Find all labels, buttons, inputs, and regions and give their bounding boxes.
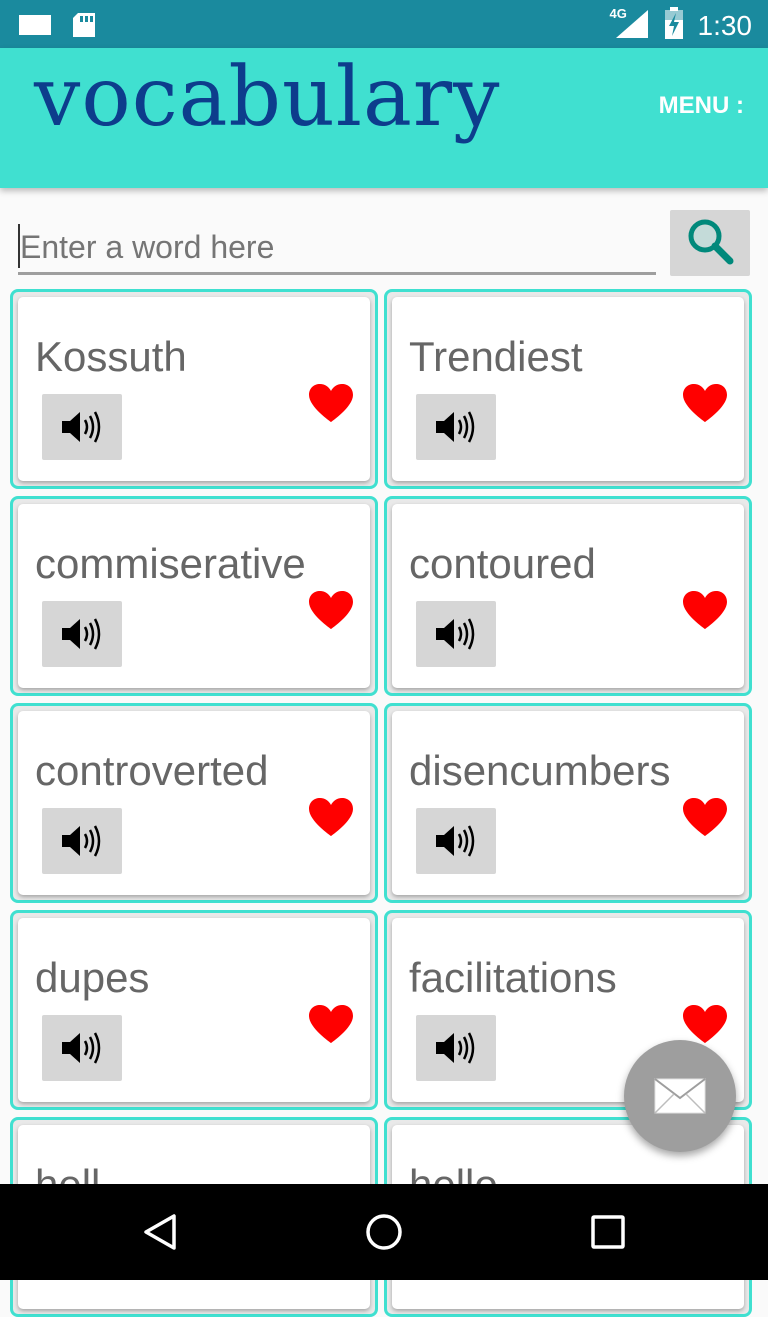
- speak-button[interactable]: [42, 601, 122, 667]
- heart-icon[interactable]: [682, 1004, 728, 1044]
- mail-fab[interactable]: [624, 1040, 736, 1152]
- window-icon: [18, 14, 52, 41]
- speak-button[interactable]: [416, 601, 496, 667]
- speak-button[interactable]: [416, 808, 496, 874]
- heart-icon[interactable]: [682, 383, 728, 423]
- word-card[interactable]: controverted: [10, 703, 378, 903]
- speaker-icon: [436, 618, 475, 650]
- battery-icon: [664, 6, 684, 45]
- navigation-bar: [0, 1184, 768, 1280]
- home-icon[interactable]: [364, 1212, 404, 1252]
- word-label: facilitations: [409, 954, 617, 1001]
- heart-icon[interactable]: [308, 590, 354, 630]
- word-label: disencumbers: [409, 747, 671, 794]
- word-label: Kossuth: [35, 333, 187, 380]
- word-label: dupes: [35, 954, 150, 1001]
- word-card[interactable]: contoured: [384, 496, 752, 696]
- word-card[interactable]: disencumbers: [384, 703, 752, 903]
- word-label: Trendiest: [409, 333, 583, 380]
- heart-icon[interactable]: [682, 590, 728, 630]
- word-label: controverted: [35, 747, 269, 794]
- word-label: commiserative: [35, 540, 306, 587]
- search-button[interactable]: [670, 210, 750, 276]
- search-icon: [685, 216, 735, 271]
- word-card[interactable]: commiserative: [10, 496, 378, 696]
- recents-icon[interactable]: [590, 1214, 626, 1250]
- clock: 1:30: [697, 9, 753, 41]
- back-icon[interactable]: [140, 1212, 180, 1252]
- heart-icon[interactable]: [308, 1004, 354, 1044]
- speak-button[interactable]: [416, 394, 496, 460]
- search-input[interactable]: [18, 222, 656, 275]
- menu-button[interactable]: MENU :: [659, 92, 744, 120]
- word-card[interactable]: dupes: [10, 910, 378, 1110]
- app-bar: vocabulary MENU :: [0, 48, 768, 188]
- speaker-icon: [436, 411, 475, 443]
- signal-icon: 4G: [610, 6, 650, 45]
- speaker-icon: [436, 825, 475, 857]
- speaker-icon: [62, 1032, 101, 1064]
- speaker-icon: [62, 618, 101, 650]
- speak-button[interactable]: [42, 808, 122, 874]
- heart-icon[interactable]: [308, 797, 354, 837]
- speak-button[interactable]: [42, 1015, 122, 1081]
- text-caret: [18, 224, 20, 268]
- heart-icon[interactable]: [682, 797, 728, 837]
- word-card[interactable]: Kossuth: [10, 289, 378, 489]
- speaker-icon: [436, 1032, 475, 1064]
- sd-card-icon: [72, 12, 96, 43]
- speaker-icon: [62, 825, 101, 857]
- mail-icon: [654, 1078, 706, 1114]
- speaker-icon: [62, 411, 101, 443]
- network-type-label: 4G: [609, 6, 627, 21]
- status-bar: 4G 1:30: [0, 0, 768, 48]
- app-title: vocabulary: [34, 50, 501, 145]
- heart-icon[interactable]: [308, 383, 354, 423]
- speak-button[interactable]: [416, 1015, 496, 1081]
- word-label: contoured: [409, 540, 596, 587]
- search-row: [18, 210, 750, 276]
- speak-button[interactable]: [42, 394, 122, 460]
- word-card[interactable]: Trendiest: [384, 289, 752, 489]
